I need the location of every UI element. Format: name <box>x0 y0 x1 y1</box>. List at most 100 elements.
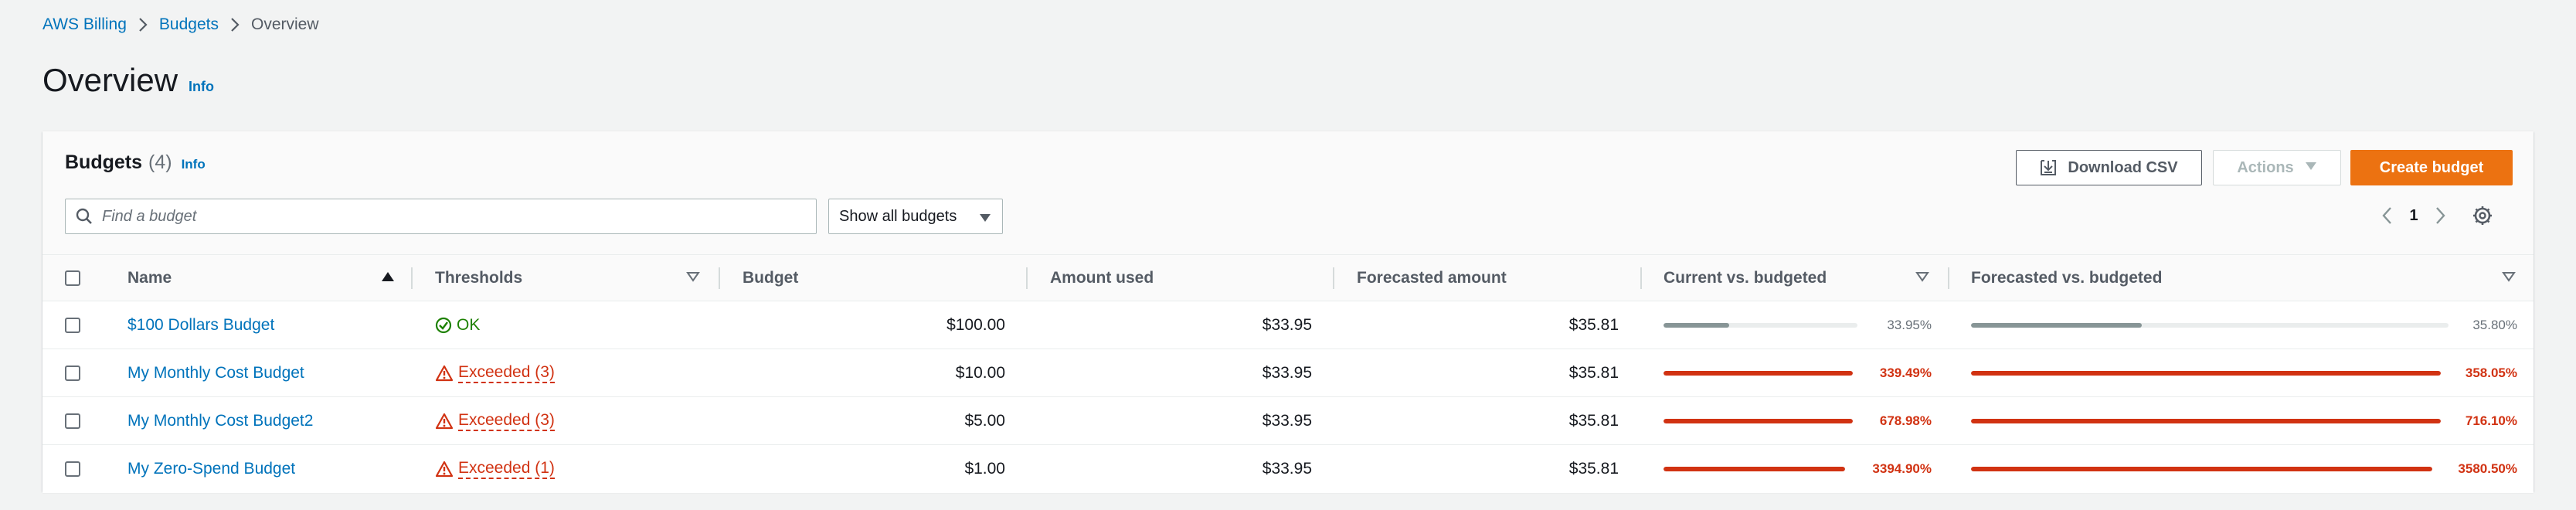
select-all-checkbox[interactable] <box>65 270 80 286</box>
progress-track <box>1664 371 1853 376</box>
progress-percent: 716.10% <box>2465 413 2517 428</box>
search-icon <box>66 208 93 225</box>
forecasted-vs-budgeted-progress: 716.10% <box>1971 397 2517 445</box>
progress-fill <box>1971 419 2441 423</box>
breadcrumb-overview: Overview <box>250 15 319 33</box>
chevron-right-icon <box>229 17 240 32</box>
forecasted-vs-budgeted-progress: 358.05% <box>1971 349 2517 397</box>
progress-fill <box>1664 419 1853 423</box>
budget-filter-select[interactable]: Show all budgets <box>828 199 1003 234</box>
table-row[interactable]: $100 Dollars Budget OK $100.00 $33.95 $3… <box>42 301 2534 349</box>
breadcrumb-budgets[interactable]: Budgets <box>159 15 219 34</box>
amount-used: $33.95 <box>1262 316 1312 334</box>
progress-percent: 3394.90% <box>1872 461 1932 476</box>
column-header-forecasted-amount[interactable]: Forecasted amount <box>1357 255 1507 301</box>
sort-icon[interactable] <box>686 270 700 287</box>
current-vs-budgeted-progress: 3394.90% <box>1664 445 1932 493</box>
table-header: Name Thresholds Budget Amount used Forec… <box>42 255 2534 301</box>
chevron-right-icon <box>138 17 148 32</box>
row-checkbox[interactable] <box>65 461 80 477</box>
page-title: Overview <box>42 62 178 98</box>
progress-percent: 678.98% <box>1879 413 1932 428</box>
column-header-current-vs-budgeted[interactable]: Current vs. budgeted <box>1664 255 1827 301</box>
sort-icon[interactable] <box>1915 270 1929 287</box>
progress-track <box>1971 371 2441 376</box>
column-divider[interactable] <box>1333 267 1334 289</box>
progress-fill <box>1664 371 1853 376</box>
progress-percent: 35.80% <box>2472 318 2517 332</box>
budgets-count: (4) <box>148 151 172 173</box>
progress-track <box>1971 467 2432 471</box>
threshold-status: OK <box>457 316 481 334</box>
progress-percent: 3580.50% <box>2458 461 2517 476</box>
column-header-name[interactable]: Name <box>127 255 172 301</box>
breadcrumb-aws-billing[interactable]: AWS Billing <box>42 15 127 34</box>
progress-percent: 33.95% <box>1887 318 1932 332</box>
table-row[interactable]: My Zero-Spend Budget Exceeded (1) $1.00 … <box>42 445 2534 493</box>
column-divider[interactable] <box>411 267 413 289</box>
threshold-status[interactable]: Exceeded (3) <box>458 411 555 431</box>
column-header-amount-used[interactable]: Amount used <box>1050 255 1154 301</box>
budgets-panel-title: Budgets (4) Info <box>65 151 206 174</box>
download-csv-label: Download CSV <box>2068 158 2178 176</box>
sort-ascending-icon[interactable] <box>381 270 395 287</box>
budget-name-link[interactable]: $100 Dollars Budget <box>127 316 274 335</box>
column-header-budget[interactable]: Budget <box>743 255 798 301</box>
column-divider[interactable] <box>1026 267 1028 289</box>
table-row[interactable]: My Monthly Cost Budget2 Exceeded (3) $5.… <box>42 397 2534 445</box>
forecasted-vs-budgeted-progress: 35.80% <box>1971 301 2517 349</box>
forecasted-vs-budgeted-progress: 3580.50% <box>1971 445 2517 493</box>
status-ok-icon <box>435 317 452 334</box>
table-body: $100 Dollars Budget OK $100.00 $33.95 $3… <box>42 301 2534 493</box>
progress-track <box>1664 419 1853 423</box>
progress-fill <box>1971 371 2441 376</box>
budget-amount: $100.00 <box>946 316 1005 334</box>
threshold-status[interactable]: Exceeded (1) <box>458 459 555 479</box>
download-csv-button[interactable]: Download CSV <box>2016 150 2202 185</box>
progress-fill <box>1664 467 1845 471</box>
actions-button[interactable]: Actions <box>2213 150 2341 185</box>
search-field[interactable] <box>65 199 817 234</box>
sort-icon[interactable] <box>2502 270 2516 287</box>
next-page-icon[interactable] <box>2429 206 2452 225</box>
forecasted-amount: $35.81 <box>1568 316 1619 334</box>
budget-name-link[interactable]: My Monthly Cost Budget2 <box>127 412 313 430</box>
progress-percent: 339.49% <box>1879 366 1932 380</box>
progress-track <box>1971 419 2441 423</box>
column-header-thresholds[interactable]: Thresholds <box>435 255 522 301</box>
table-row[interactable]: My Monthly Cost Budget Exceeded (3) $10.… <box>42 349 2534 397</box>
budget-amount: $10.00 <box>955 364 1005 382</box>
threshold-status[interactable]: Exceeded (3) <box>458 363 555 383</box>
row-checkbox[interactable] <box>65 413 80 429</box>
warning-icon <box>435 365 454 382</box>
amount-used: $33.95 <box>1262 364 1312 382</box>
forecasted-amount: $35.81 <box>1568 460 1619 478</box>
previous-page-icon[interactable] <box>2375 206 2398 225</box>
search-input[interactable] <box>102 207 782 226</box>
current-vs-budgeted-progress: 33.95% <box>1664 301 1932 349</box>
budgets-panel: Budgets (4) Info Download CSV Actions Cr… <box>42 131 2534 493</box>
column-divider[interactable] <box>719 267 720 289</box>
budgets-info-link[interactable]: Info <box>182 157 206 172</box>
column-header-forecasted-vs-budgeted[interactable]: Forecasted vs. budgeted <box>1971 255 2162 301</box>
budgets-heading: Budgets <box>65 151 142 173</box>
budget-name-link[interactable]: My Monthly Cost Budget <box>127 364 304 382</box>
row-checkbox[interactable] <box>65 318 80 333</box>
create-budget-button[interactable]: Create budget <box>2350 150 2513 185</box>
column-divider[interactable] <box>1640 267 1642 289</box>
row-checkbox[interactable] <box>65 366 80 381</box>
pagination: 1 <box>2375 199 2530 232</box>
current-vs-budgeted-progress: 678.98% <box>1664 397 1932 445</box>
gear-icon[interactable] <box>2472 206 2493 226</box>
current-page-number[interactable]: 1 <box>2398 207 2429 225</box>
warning-icon <box>435 461 454 478</box>
forecasted-amount: $35.81 <box>1568 412 1619 430</box>
budget-name-link[interactable]: My Zero-Spend Budget <box>127 460 295 478</box>
page-info-link[interactable]: Info <box>189 79 214 95</box>
budget-filter-value: Show all budgets <box>839 207 957 225</box>
column-divider[interactable] <box>1948 267 1949 289</box>
amount-used: $33.95 <box>1262 460 1312 478</box>
progress-fill <box>1664 323 1730 328</box>
amount-used: $33.95 <box>1262 412 1312 430</box>
forecasted-amount: $35.81 <box>1568 364 1619 382</box>
